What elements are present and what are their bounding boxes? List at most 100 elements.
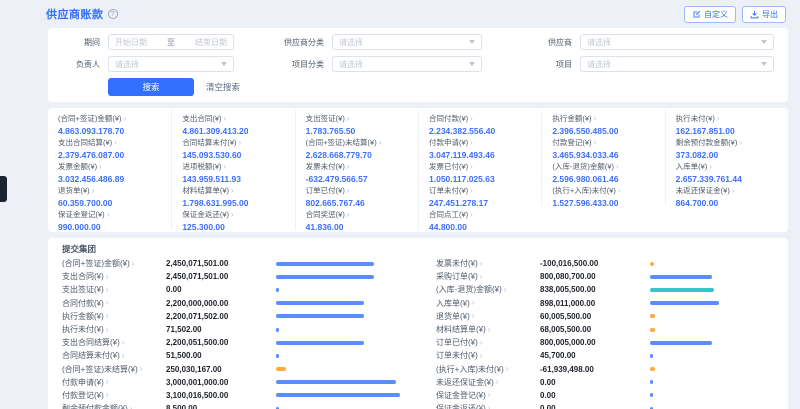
metric-cell[interactable]: 支出合同(¥)›4,861,309,413.20: [171, 110, 294, 134]
metric-value: 1,798,631,995.00: [182, 198, 284, 206]
breakdown-row[interactable]: 合同付款(¥)›2,200,000,000.00: [62, 297, 400, 310]
metric-cell[interactable]: 未返还保证金(¥)›864,700.00: [665, 182, 788, 206]
customize-button[interactable]: 自定义: [684, 6, 736, 23]
breakdown-label: (合同+签证)金额(¥)›: [62, 258, 166, 269]
breakdown-row[interactable]: (入库-退货)金额(¥)›838,005,500.00: [436, 283, 774, 296]
breakdown-value: 800,080,700.00: [540, 272, 650, 281]
breakdown-row[interactable]: 订单已付(¥)›800,005,000.00: [436, 336, 774, 349]
metric-cell[interactable]: 入库单(¥)›2,657,339,761.44: [665, 158, 788, 182]
breakdown-value: 8,500.00: [166, 404, 276, 409]
breakdown-value: 0.00: [540, 391, 650, 400]
period-date-range-input[interactable]: 开始日期 至 结束日期: [108, 34, 234, 50]
metric-value: 41,836.00: [306, 222, 408, 230]
breakdown-row[interactable]: 发票未付(¥)›-100,016,500.00: [436, 257, 774, 270]
breakdown-row[interactable]: 支出合同结算(¥)›2,200,051,500.00: [62, 336, 400, 349]
metric-label: 执行金额(¥)›: [552, 113, 654, 124]
help-icon[interactable]: ?: [108, 9, 118, 19]
metric-value: 2,396,550,485.00: [552, 126, 654, 134]
metric-cell[interactable]: (合同+签证)未结算(¥)›2,628,668,779.70: [295, 134, 418, 158]
metric-cell[interactable]: 合同奖惩(¥)›41,836.00: [295, 206, 418, 230]
metric-cell[interactable]: 订单未付(¥)›247,451,278.17: [418, 182, 541, 206]
search-button[interactable]: 搜索: [108, 78, 194, 96]
breakdown-row[interactable]: 支出签证(¥)›0.00: [62, 283, 400, 296]
metric-cell[interactable]: (入库-退货)金额(¥)›2,596,980,061.46: [541, 158, 664, 182]
breakdown-row[interactable]: 支出合同(¥)›2,450,071,501.00: [62, 270, 400, 283]
owner-select[interactable]: 请选择: [108, 56, 234, 72]
clear-search-button[interactable]: 清空搜索: [206, 81, 240, 93]
breakdown-row[interactable]: 订单未付(¥)›45,700.00: [436, 349, 774, 362]
metric-cell[interactable]: 合同结算未付(¥)›145,093,530.60: [171, 134, 294, 158]
project-category-field: 项目分类 请选择: [282, 56, 482, 72]
supplier-select[interactable]: 请选择: [580, 34, 774, 50]
metric-cell[interactable]: 退货单(¥)›60,359,700.00: [48, 182, 171, 206]
metric-cell[interactable]: 合同付款(¥)›2,234,382,556.40: [418, 110, 541, 134]
chevron-right-icon: ›: [106, 378, 109, 386]
supplier-category-select[interactable]: 请选择: [332, 34, 482, 50]
chevron-right-icon: ›: [231, 211, 234, 219]
metric-cell[interactable]: (合同+签证)金额(¥)›4,863,093,178.70: [48, 110, 171, 134]
metric-cell[interactable]: 支出合同结算(¥)›2,379,476,087.00: [48, 134, 171, 158]
breakdown-row[interactable]: 保证金返还(¥)›0.00: [436, 402, 774, 409]
metric-cell[interactable]: 支出签证(¥)›1,783,765.50: [295, 110, 418, 134]
breakdown-row[interactable]: (执行+入库)未付(¥)›-61,939,498.00: [436, 363, 774, 376]
breakdown-bar: [650, 380, 774, 384]
metric-cell[interactable]: 保证金登记(¥)›990,000.00: [48, 206, 171, 230]
metric-cell[interactable]: 保证金返还(¥)›125,300.00: [171, 206, 294, 230]
metric-cell[interactable]: 剩余预付款金额(¥)›373,082.00: [665, 134, 788, 158]
breakdown-row[interactable]: 执行金额(¥)›2,200,071,502.00: [62, 310, 400, 323]
breakdown-row[interactable]: 材料结算单(¥)›68,005,500.00: [436, 323, 774, 336]
breakdown-value: 60,005,500.00: [540, 312, 650, 321]
metric-label: 发票金额(¥)›: [58, 161, 161, 172]
metric-cell[interactable]: 合同点工(¥)› 44,800.00: [418, 206, 541, 230]
breakdown-row[interactable]: 入库单(¥)›898,011,000.00: [436, 297, 774, 310]
chevron-right-icon: ›: [470, 187, 473, 195]
breakdown-bar: [650, 367, 774, 371]
metric-label: 合同点工(¥)›: [429, 209, 531, 220]
chevron-right-icon: ›: [124, 115, 127, 123]
metric-cell[interactable]: 发票金额(¥)›3,032,456,486.89: [48, 158, 171, 182]
project-category-select[interactable]: 请选择: [332, 56, 482, 72]
drawer-handle[interactable]: [0, 176, 7, 202]
breakdown-row[interactable]: 付款申请(¥)›3,000,001,000.00: [62, 376, 400, 389]
chevron-right-icon: ›: [107, 211, 110, 219]
breakdown-row[interactable]: 执行未付(¥)›71,502.00: [62, 323, 400, 336]
metric-cell[interactable]: 发票已付(¥)›1,050,117,025.63: [418, 158, 541, 182]
metric-cell[interactable]: 付款登记(¥)›3,465,934,033.46: [541, 134, 664, 158]
export-button[interactable]: 导出: [742, 6, 786, 23]
metric-cell[interactable]: 材料结算单(¥)›1,798,631,995.00: [171, 182, 294, 206]
breakdown-row[interactable]: 付款登记(¥)›3,100,016,500.00: [62, 389, 400, 402]
chevron-right-icon: ›: [480, 339, 483, 347]
metric-cell[interactable]: 进项税额(¥)›143,959,511.93: [171, 158, 294, 182]
breakdown-label: 保证金登记(¥)›: [436, 390, 540, 401]
metric-cell[interactable]: 执行金额(¥)› 2,396,550,485.00: [541, 110, 664, 134]
metric-label: 保证金登记(¥)›: [58, 209, 161, 220]
metric-cell[interactable]: 付款申请(¥)›3,047,119,493.46: [418, 134, 541, 158]
metric-value: 2,234,382,556.40: [429, 126, 531, 134]
metric-value: 1,527,596,433.00: [552, 198, 654, 206]
breakdown-value: 0.00: [540, 404, 650, 409]
supplier-category-field: 供应商分类 请选择: [282, 34, 482, 50]
metric-cell[interactable]: 执行未付(¥)›162,167,851.00: [665, 110, 788, 134]
chevron-right-icon: ›: [618, 187, 621, 195]
date-range-separator: 至: [163, 37, 179, 48]
metric-value: 60,359,700.00: [58, 198, 161, 206]
breakdown-row[interactable]: 未返还保证金(¥)›0.00: [436, 376, 774, 389]
project-select[interactable]: 请选择: [580, 56, 774, 72]
metric-cell[interactable]: (执行+入库)未付(¥)›1,527,596,433.00: [541, 182, 664, 206]
metric-cell[interactable]: 发票未付(¥)›-632,479,566.57: [295, 158, 418, 182]
breakdown-row[interactable]: 合同结算未付(¥)›51,500.00: [62, 349, 400, 362]
metric-cell[interactable]: 订单已付(¥)›802,665,767.46: [295, 182, 418, 206]
breakdown-row[interactable]: (合同+签证)金额(¥)›2,450,071,501.00: [62, 257, 400, 270]
chevron-right-icon: ›: [347, 211, 350, 219]
breakdown-value: 68,005,500.00: [540, 325, 650, 334]
breakdown-row[interactable]: 采购订单(¥)›800,080,700.00: [436, 270, 774, 283]
metric-value: 44,800.00: [429, 222, 531, 230]
export-icon: [750, 10, 759, 19]
chevron-right-icon: ›: [496, 378, 499, 386]
breakdown-row[interactable]: 退货单(¥)›60,005,500.00: [436, 310, 774, 323]
breakdown-row[interactable]: 保证金登记(¥)›0.00: [436, 389, 774, 402]
breakdown-row[interactable]: (合同+签证)未结算(¥)›250,030,167.00: [62, 363, 400, 376]
chevron-right-icon: ›: [504, 286, 507, 294]
breakdown-bar: [276, 314, 400, 318]
breakdown-row[interactable]: 剩余预付款金额(¥)›8,500.00: [62, 402, 400, 409]
